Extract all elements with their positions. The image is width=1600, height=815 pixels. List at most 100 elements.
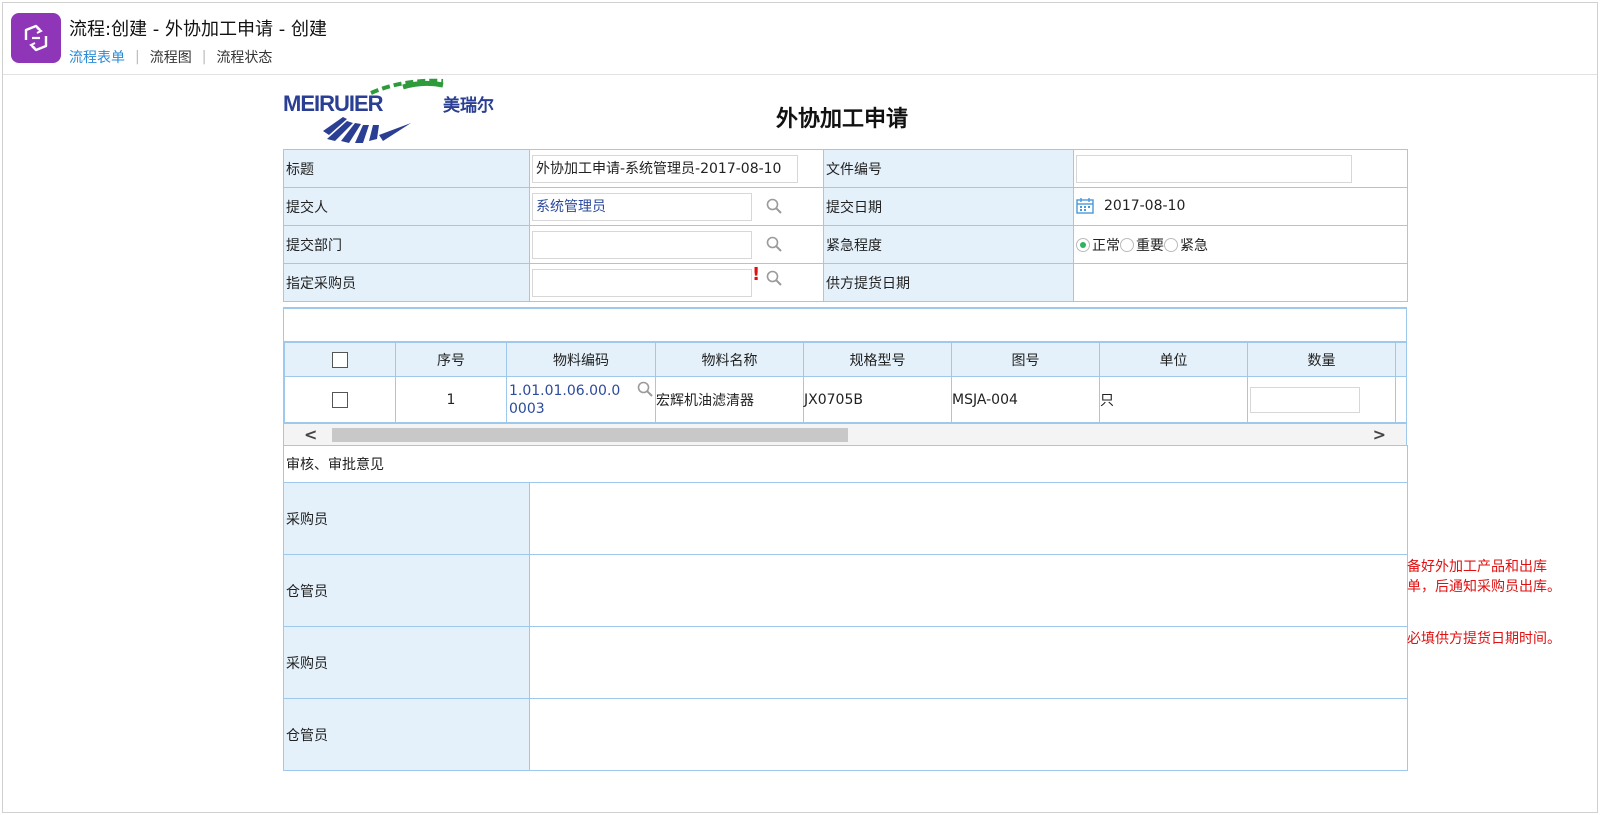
- approval-row: 采购员: [283, 482, 1408, 555]
- approval-row: 仓管员: [283, 554, 1408, 627]
- department-input[interactable]: [532, 230, 752, 259]
- tab-separator: |: [135, 49, 140, 65]
- approval-opinion-field[interactable]: [529, 554, 1408, 627]
- quantity-cell: [1247, 376, 1396, 423]
- required-mark: !: [752, 264, 761, 285]
- form-row-title: 标题 外协加工申请-系统管理员-2017-08-10 文件编号: [283, 149, 1408, 188]
- submitter-input[interactable]: 系统管理员: [532, 192, 752, 221]
- field-value-cell: 正常 重要 紧急: [1073, 225, 1408, 264]
- form-row-buyer: 指定采购员 ! 供方提货日期: [283, 263, 1408, 302]
- column-header: 物料编码: [506, 342, 656, 377]
- column-header: 数量: [1247, 342, 1396, 377]
- drawing-number-cell: MSJA-004: [951, 376, 1100, 423]
- logo-text-en: MEIRUIER: [283, 91, 384, 116]
- field-value-cell: 系统管理员: [529, 187, 824, 226]
- column-header: 序号: [395, 342, 507, 377]
- approval-role-label: 仓管员: [283, 698, 530, 771]
- select-all-cell: [284, 342, 396, 377]
- radio-urgent[interactable]: [1164, 237, 1178, 252]
- approval-row: 采购员: [283, 626, 1408, 699]
- field-value-cell: 2017-08-10: [1073, 187, 1408, 226]
- approval-opinion-field[interactable]: [529, 626, 1408, 699]
- detail-grid: 序号 物料编码 物料名称 规格型号 图号 单位 数量 1 1.01.01.06.…: [283, 307, 1407, 446]
- urgency-radio-group: 正常 重要 紧急: [1076, 235, 1407, 255]
- scroll-right-arrow[interactable]: >: [1373, 424, 1386, 446]
- workflow-arrows-icon: [24, 24, 48, 52]
- field-value-cell: [529, 225, 824, 264]
- detail-toolbar-area: [284, 309, 1406, 342]
- column-header: 图号: [951, 342, 1100, 377]
- scroll-left-arrow[interactable]: <: [304, 424, 317, 446]
- search-icon[interactable]: [766, 270, 782, 286]
- field-label: 文件编号: [823, 149, 1074, 188]
- tab-form[interactable]: 流程表单: [69, 47, 125, 67]
- radio-normal[interactable]: [1076, 237, 1090, 252]
- quantity-input[interactable]: [1250, 386, 1360, 413]
- field-label: 提交部门: [283, 225, 530, 264]
- approval-row: 仓管员: [283, 698, 1408, 771]
- approval-opinion-field[interactable]: [529, 698, 1408, 771]
- detail-table-viewport: 序号 物料编码 物料名称 规格型号 图号 单位 数量 1 1.01.01.06.…: [284, 342, 1406, 423]
- approval-role-label: 采购员: [283, 626, 530, 699]
- page-title: 流程:创建 - 外协加工申请 - 创建: [69, 19, 327, 40]
- field-label: 提交日期: [823, 187, 1074, 226]
- field-label: 提交人: [283, 187, 530, 226]
- header-fields-table: 标题 外协加工申请-系统管理员-2017-08-10 文件编号 提交人 系统管理…: [283, 149, 1408, 302]
- unit-cell: 只: [1099, 376, 1248, 423]
- approval-opinion-field[interactable]: [529, 482, 1408, 555]
- scroll-thumb[interactable]: [332, 428, 848, 442]
- workflow-app-icon: [11, 13, 61, 63]
- company-logo: MEIRUIER 美瑞尔: [283, 78, 494, 143]
- field-label: 指定采购员: [283, 263, 530, 302]
- row-select-cell: [284, 376, 396, 423]
- radio-label: 紧急: [1180, 237, 1208, 254]
- column-header: 规格型号: [803, 342, 952, 377]
- column-header: 单位: [1099, 342, 1248, 377]
- tab-bar: 流程表单 | 流程图 | 流程状态: [69, 47, 272, 67]
- field-value-cell: [1073, 149, 1408, 188]
- form-row-submitter: 提交人 系统管理员 提交日期 2017-08-10: [283, 187, 1408, 226]
- column-header-overflow: [1395, 342, 1406, 377]
- spec-cell: JX0705B: [803, 376, 952, 423]
- overflow-cell: [1395, 376, 1406, 423]
- form-title: 外协加工申请: [776, 107, 909, 132]
- approval-table: 审核、审批意见 采购员 仓管员 采购员 仓管员: [283, 445, 1408, 771]
- radio-label: 重要: [1136, 237, 1164, 254]
- select-all-checkbox[interactable]: [332, 351, 348, 368]
- row-checkbox[interactable]: [332, 391, 348, 408]
- calendar-icon[interactable]: [1076, 197, 1094, 214]
- tab-flowchart[interactable]: 流程图: [150, 47, 192, 67]
- table-row: 1 1.01.01.06.00.00003 宏辉机油滤清器 JX0705B MS…: [284, 376, 1406, 423]
- search-icon[interactable]: [766, 198, 782, 214]
- approval-role-label: 采购员: [283, 482, 530, 555]
- detail-header-row: 序号 物料编码 物料名称 规格型号 图号 单位 数量: [284, 342, 1406, 377]
- search-icon[interactable]: [766, 236, 782, 252]
- detail-table: 序号 物料编码 物料名称 规格型号 图号 单位 数量 1 1.01.01.06.…: [284, 342, 1406, 423]
- window-frame: 流程:创建 - 外协加工申请 - 创建 流程表单 | 流程图 | 流程状态 ME…: [2, 2, 1598, 813]
- approval-role-label: 仓管员: [283, 554, 530, 627]
- row-seq: 1: [395, 376, 507, 423]
- logo-text-cn: 美瑞尔: [443, 95, 494, 116]
- buyer-note: 必填供方提货日期时间。: [1407, 631, 1561, 647]
- tab-separator: |: [201, 49, 207, 65]
- field-value-cell: 外协加工申请-系统管理员-2017-08-10: [529, 149, 824, 188]
- column-header: 物料名称: [655, 342, 804, 377]
- material-code-cell: 1.01.01.06.00.00003: [506, 376, 656, 423]
- material-code-input[interactable]: 1.01.01.06.00.00003: [509, 382, 621, 418]
- title-input[interactable]: 外协加工申请-系统管理员-2017-08-10: [532, 154, 798, 183]
- supplier-pickup-date-cell[interactable]: [1073, 263, 1408, 302]
- document-number-input[interactable]: [1076, 154, 1352, 183]
- horizontal-scrollbar[interactable]: < >: [284, 423, 1406, 445]
- search-icon[interactable]: [637, 381, 653, 397]
- buyer-input[interactable]: [532, 268, 752, 297]
- radio-important[interactable]: [1120, 237, 1134, 252]
- form-row-department: 提交部门 紧急程度 正常 重要 紧急: [283, 225, 1408, 264]
- radio-label: 正常: [1092, 237, 1120, 254]
- tab-status[interactable]: 流程状态: [216, 47, 272, 67]
- field-value-cell: !: [529, 263, 824, 302]
- submit-date-value[interactable]: 2017-08-10: [1104, 198, 1185, 214]
- page-header: 流程:创建 - 外协加工申请 - 创建 流程表单 | 流程图 | 流程状态: [3, 3, 1597, 75]
- approval-section-label: 审核、审批意见: [283, 445, 1408, 483]
- approval-section-header: 审核、审批意见: [283, 445, 1408, 483]
- field-label: 供方提货日期: [823, 263, 1074, 302]
